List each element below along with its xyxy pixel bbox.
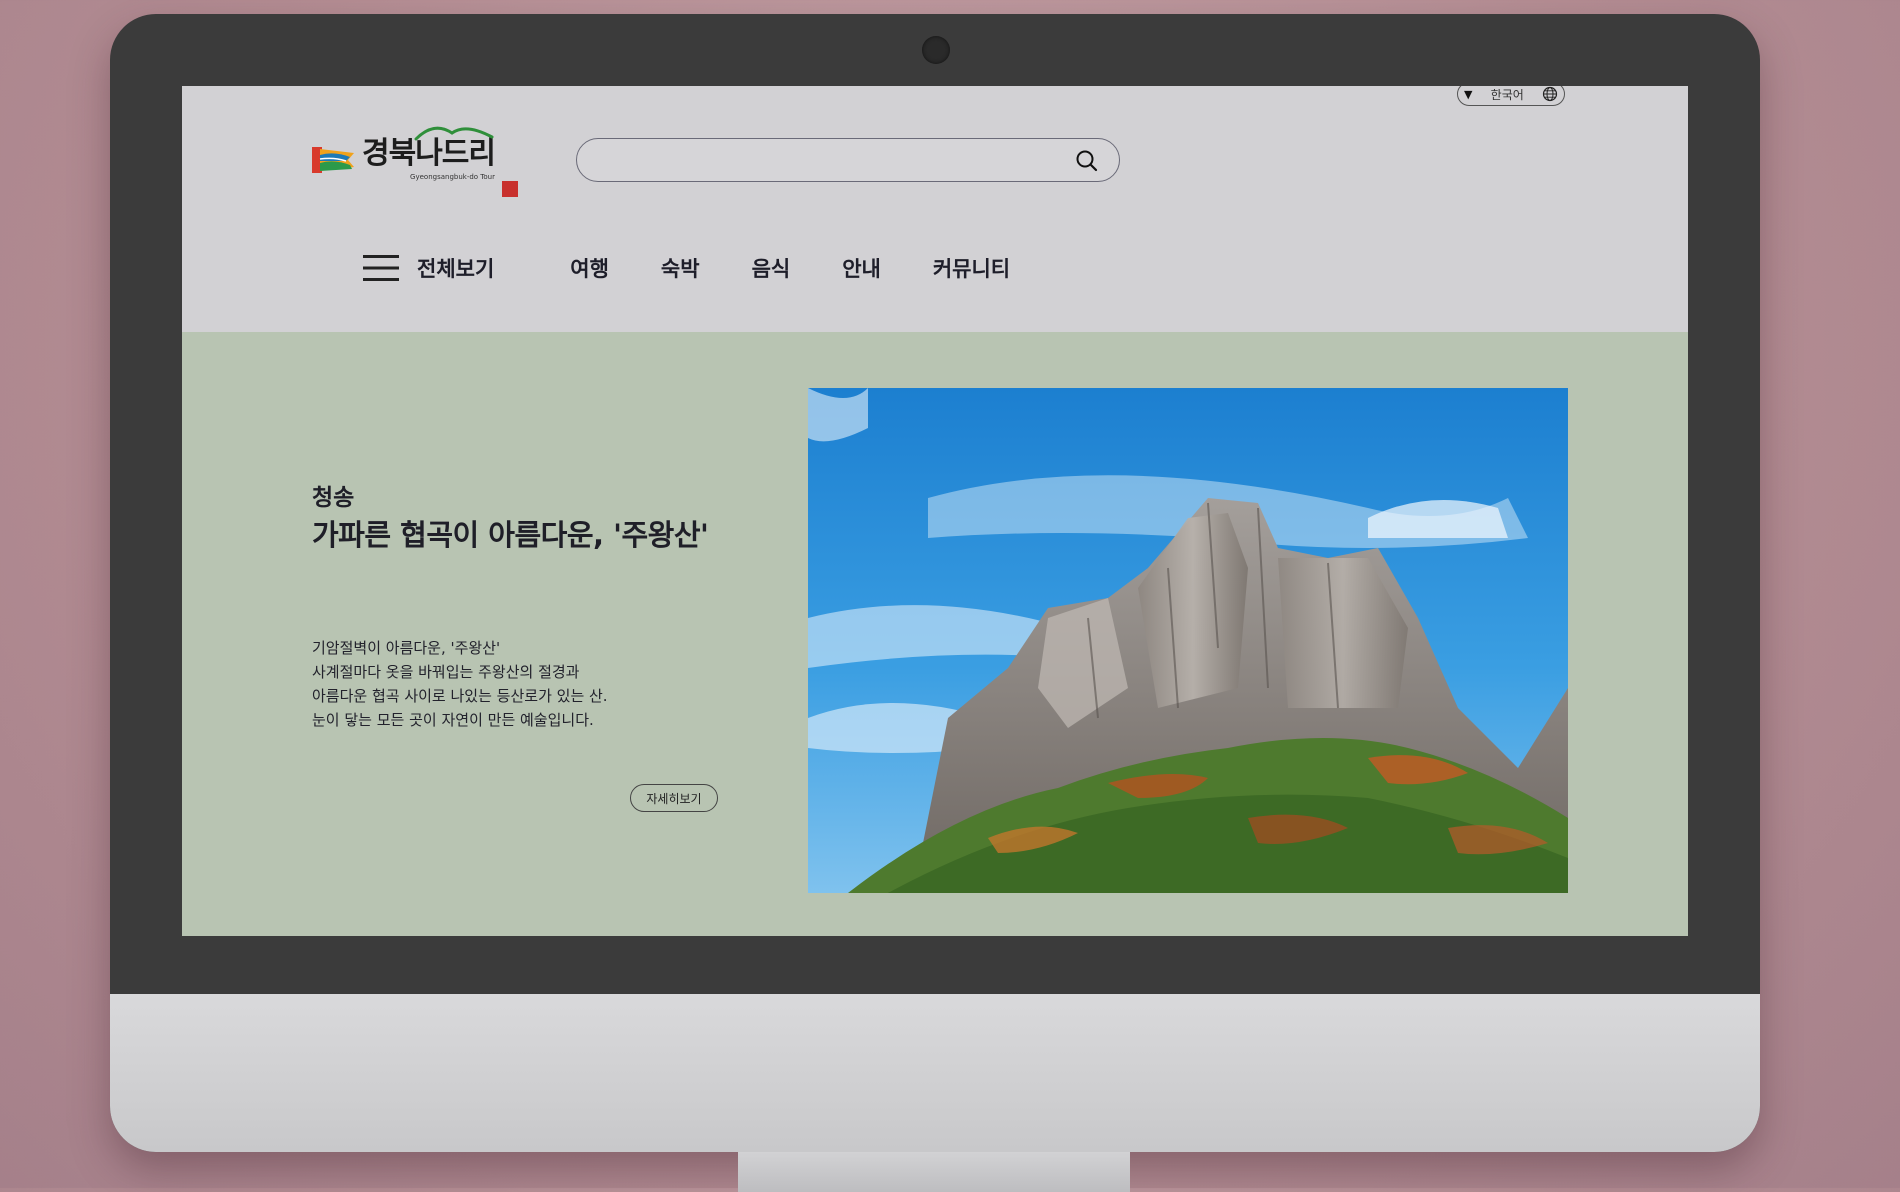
monitor-chin [110,994,1760,1152]
hero-description-line: 사계절마다 옷을 바꿔입는 주왕산의 절경과 [312,663,580,681]
monitor-stand [738,1152,1130,1192]
nav-item-info[interactable]: 안내 [842,253,881,283]
hero-title: 가파른 협곡이 아름다운, '주왕산' [312,518,709,552]
site-logo[interactable]: 경북나드리 Gyeongsangbuk-do Tour [312,126,527,194]
logo-wordmark: 경북나드리 [362,136,496,171]
main-navigation: 전체보기 여행 숙박 음식 안내 커뮤니티 [363,248,1010,288]
search-input[interactable] [595,139,1069,183]
hero-description: 기암절벽이 아름다운, '주왕산' 사계절마다 옷을 바꿔입는 주왕산의 절경과… [312,636,608,732]
webcam [922,36,950,64]
language-selector[interactable]: ▼ 한국어 [1457,86,1565,106]
logo-mountain-icon [414,126,494,141]
hero-description-line: 눈이 닿는 모든 곳이 자연이 만든 예술입니다. [312,711,594,729]
caret-down-icon: ▼ [1464,87,1473,101]
site-header: 경북나드리 Gyeongsangbuk-do Tour ▼ 한국어 전체보기 여… [182,86,1688,332]
monitor-frame: 경북나드리 Gyeongsangbuk-do Tour ▼ 한국어 전체보기 여… [110,14,1760,1152]
logo-flag-icon [312,147,354,173]
nav-item-travel[interactable]: 여행 [570,253,609,283]
hero-banner: 청송 가파른 협곡이 아름다운, '주왕산' 기암절벽이 아름다운, '주왕산'… [182,332,1688,936]
nav-item-lodging[interactable]: 숙박 [661,253,700,283]
hamburger-menu-icon [363,255,399,281]
detail-button[interactable]: 자세히보기 [630,784,718,812]
globe-icon [1542,86,1558,102]
nav-items: 여행 숙박 음식 안내 커뮤니티 [570,253,1010,283]
hero-description-line: 기암절벽이 아름다운, '주왕산' [312,639,501,657]
nav-item-community[interactable]: 커뮤니티 [933,253,1010,283]
hero-region: 청송 [312,485,355,511]
hero-mountain-photo[interactable] [808,388,1568,893]
all-menu-button[interactable]: 전체보기 [363,253,494,283]
logo-subtitle: Gyeongsangbuk-do Tour [410,173,495,181]
website-screen: 경북나드리 Gyeongsangbuk-do Tour ▼ 한국어 전체보기 여… [182,86,1688,936]
logo-seal-icon [502,181,518,197]
hero-description-line: 아름다운 협곡 사이로 나있는 등산로가 있는 산. [312,687,608,705]
search-bar [576,138,1120,183]
language-label: 한국어 [1490,87,1524,102]
nav-item-food[interactable]: 음식 [752,253,791,283]
search-icon[interactable] [1075,149,1099,173]
all-menu-label: 전체보기 [417,257,495,281]
